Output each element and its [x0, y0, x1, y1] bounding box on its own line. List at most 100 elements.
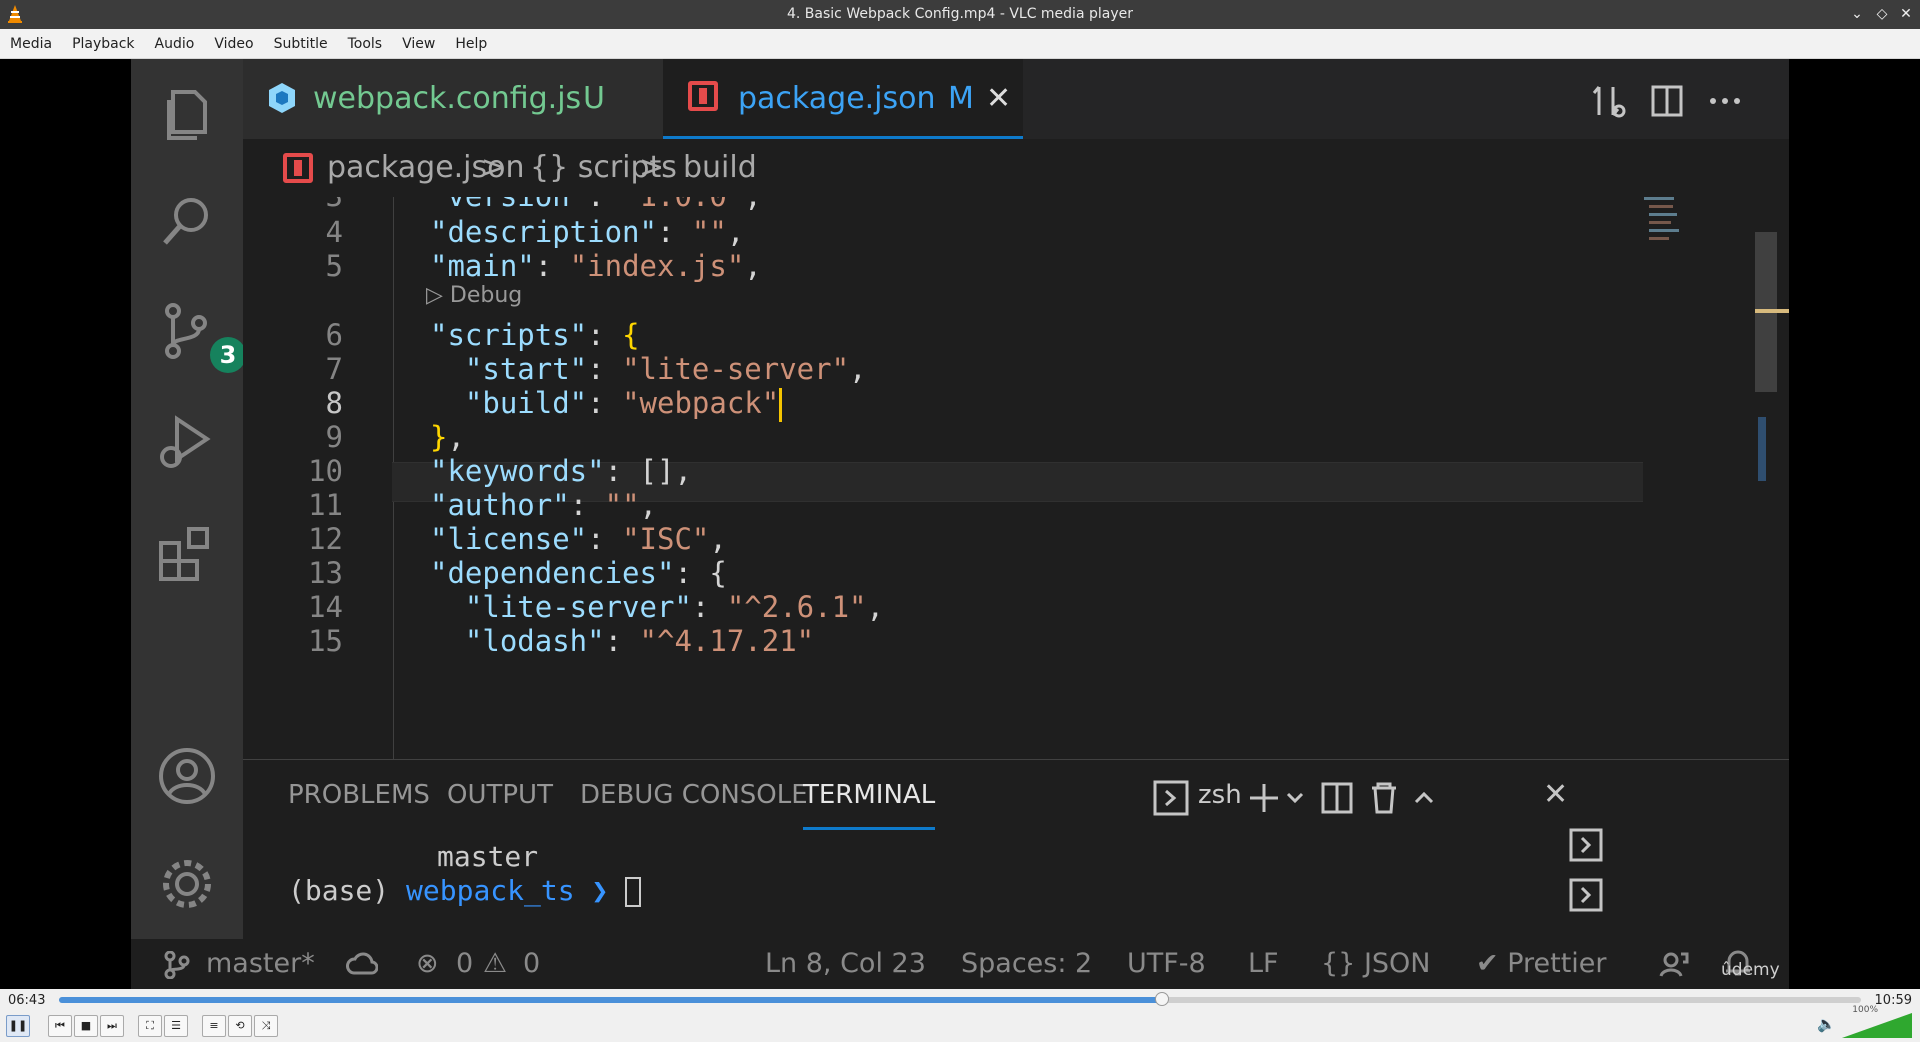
npm-file-icon: [283, 153, 313, 183]
close-tab-icon[interactable]: ✕: [986, 59, 1011, 139]
code-token: ,: [639, 488, 657, 522]
debug-codelens[interactable]: ▷ Debug: [426, 283, 522, 308]
breadcrumb: package.json > {} scripts > build: [243, 139, 1789, 197]
code-token: "keywords": [430, 454, 605, 488]
terminal-line-branch: master: [437, 840, 539, 873]
code-token: : {: [674, 556, 727, 590]
breadcrumb-build[interactable]: build: [683, 139, 757, 197]
cloud-sync-icon[interactable]: [346, 951, 378, 977]
next-button[interactable]: ⏭: [100, 1015, 124, 1037]
speaker-icon[interactable]: 🔈: [1817, 1015, 1836, 1033]
seek-handle[interactable]: [1154, 992, 1169, 1006]
terminal-shell[interactable]: zsh: [1198, 760, 1242, 830]
code-token: "license": [430, 522, 588, 556]
seek-progress: [59, 997, 1162, 1003]
code-token: "start": [464, 352, 588, 386]
pause-button[interactable]: ❚❚: [6, 1015, 30, 1037]
close-panel-icon[interactable]: ✕: [1543, 760, 1568, 830]
code-token: ,: [726, 215, 745, 249]
status-cursor-position[interactable]: Ln 8, Col 23: [765, 939, 926, 989]
search-icon: [163, 198, 208, 245]
maximize-button[interactable]: ◇: [1872, 4, 1892, 24]
tab-package-json[interactable]: package.json M ✕: [663, 59, 1023, 139]
status-language[interactable]: {} JSON: [1321, 939, 1431, 989]
status-branch[interactable]: master*: [206, 939, 315, 989]
terminal-icon[interactable]: [1569, 878, 1603, 912]
new-terminal-icon[interactable]: [1250, 784, 1278, 812]
more-actions-icon[interactable]: [1710, 98, 1740, 104]
seek-bar[interactable]: [59, 992, 1861, 1006]
code-token: "": [691, 215, 727, 249]
editor-actions: [1592, 85, 1740, 118]
terminal-cursor: [625, 877, 642, 907]
fullscreen-button[interactable]: ⛶: [138, 1015, 162, 1037]
playlist-button[interactable]: ≡: [202, 1015, 226, 1037]
playback-controls: 06:43 10:59 ❚❚ ⏮ ■ ⏭ ⛶ ☰ ≡ ⟲ ⤨ 🔈 100%: [0, 989, 1920, 1042]
bottom-panel: PROBLEMS OUTPUT DEBUG CONSOLE TERMINAL z…: [243, 759, 1789, 939]
code-token: ,: [709, 522, 727, 556]
panel-tab-debug-console[interactable]: DEBUG CONSOLE: [580, 760, 808, 830]
panel-tab-terminal[interactable]: TERMINAL: [803, 760, 936, 830]
close-window-button[interactable]: ✕: [1896, 4, 1916, 24]
activity-bar: 3: [131, 59, 246, 989]
chevron-down-icon[interactable]: [1286, 792, 1304, 804]
status-warnings[interactable]: 0: [523, 939, 540, 989]
kill-terminal-icon[interactable]: [1372, 782, 1396, 814]
terminal-output[interactable]: master (base) webpack_ts ❯: [243, 828, 1643, 940]
menu-tools[interactable]: Tools: [338, 29, 393, 59]
shuffle-button[interactable]: ⤨: [254, 1015, 278, 1037]
code-token: :: [587, 352, 623, 386]
split-editor-icon[interactable]: [1651, 85, 1683, 117]
previous-button[interactable]: ⏮: [48, 1015, 72, 1037]
editor-tab-bar: webpack.config.js U package.json M ✕: [243, 59, 1789, 139]
split-terminal-icon[interactable]: [1321, 782, 1353, 814]
maximize-panel-icon[interactable]: [1414, 791, 1434, 804]
menu-audio[interactable]: Audio: [145, 29, 205, 59]
code-area[interactable]: ▷ Debug 3 "version": "1.0.0", 4 "descriptio…: [243, 197, 1643, 771]
status-encoding[interactable]: UTF-8: [1127, 939, 1206, 989]
status-eol[interactable]: LF: [1248, 939, 1279, 989]
code-token: ,: [849, 352, 867, 386]
udemy-watermark: ûdemy: [1721, 960, 1780, 980]
panel-tab-output[interactable]: OUTPUT: [447, 760, 553, 830]
status-errors[interactable]: 0: [456, 939, 473, 989]
loop-button[interactable]: ⟲: [228, 1015, 252, 1037]
line-number: 8: [325, 386, 343, 420]
stop-button[interactable]: ■: [74, 1015, 98, 1037]
menu-help[interactable]: Help: [445, 29, 497, 59]
code-token: :: [587, 386, 623, 420]
menu-video[interactable]: Video: [204, 29, 263, 59]
code-line: "keywords": [],: [430, 454, 692, 488]
code-line: "version": "1.0.0",: [430, 197, 762, 213]
breadcrumb-separator: >: [481, 150, 507, 185]
menu-media[interactable]: Media: [0, 29, 62, 59]
status-prettier[interactable]: ✔ Prettier: [1476, 939, 1607, 989]
webpack-file-icon: [269, 83, 295, 113]
time-elapsed: 06:43: [8, 993, 46, 1008]
video-area[interactable]: 3 webpack.config.js U package.json M ✕ p…: [0, 59, 1920, 989]
code-token: :: [534, 249, 570, 283]
code-token: "lite-server": [622, 352, 850, 386]
code-token: ,: [447, 420, 465, 454]
menu-subtitle[interactable]: Subtitle: [264, 29, 338, 59]
warning-icon: ⚠: [483, 948, 508, 979]
menu-playback[interactable]: Playback: [62, 29, 144, 59]
terminal-icon[interactable]: [1569, 828, 1603, 862]
extended-settings-button[interactable]: ☰: [164, 1015, 188, 1037]
prompt-dir: webpack_ts: [406, 874, 575, 907]
open-changes-icon[interactable]: [1592, 86, 1626, 118]
menu-view[interactable]: View: [392, 29, 445, 59]
code-token: "scripts": [430, 318, 588, 352]
minimap[interactable]: [1643, 197, 1789, 771]
volume-slider[interactable]: [1842, 1013, 1912, 1038]
tab-webpack-config[interactable]: webpack.config.js U: [243, 59, 663, 139]
editor[interactable]: package.json > {} scripts > build ▷ Debu…: [243, 139, 1789, 819]
code-token: ,: [744, 249, 762, 283]
status-indent[interactable]: Spaces: 2: [961, 939, 1092, 989]
code-line: "author": "",: [430, 488, 657, 522]
minimize-button[interactable]: ⌄: [1847, 4, 1867, 24]
code-token: "description": [430, 215, 657, 249]
panel-tab-problems[interactable]: PROBLEMS: [288, 760, 430, 830]
feedback-icon[interactable]: [1659, 950, 1689, 978]
